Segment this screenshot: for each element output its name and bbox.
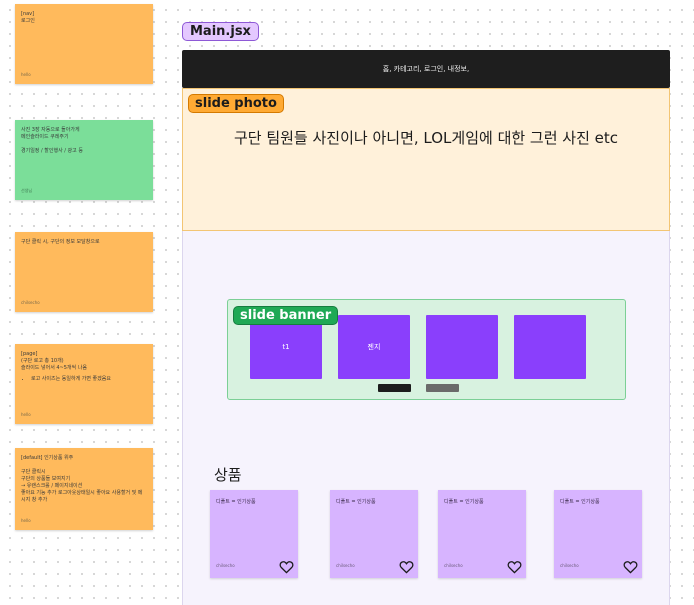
product-author: chilsecho (216, 563, 235, 568)
product-label: 디폴트 = 인기상품 (444, 499, 484, 505)
banner-slide[interactable] (514, 315, 586, 379)
sticky-note-author: 선생님 (21, 188, 33, 193)
sticky-note-text: [page] (구단 로고 총 10개) 슬라이드 넣어서 4~5개씩 나옴 (21, 351, 87, 371)
slide-indicator[interactable] (426, 384, 459, 392)
heart-icon[interactable] (623, 560, 638, 574)
slide-photo-text: 구단 팀원들 사진이나 아니면, LOL게임에 대한 그런 사진 etc (233, 129, 619, 147)
banner-slide[interactable]: 젠지 (338, 315, 410, 379)
product-label: 디폴트 = 인기상품 (216, 499, 256, 505)
product-card[interactable]: 디폴트 = 인기상품 chilsecho (210, 490, 298, 578)
frame-title[interactable]: Main.jsx (182, 22, 259, 41)
product-label: 디폴트 = 인기상품 (336, 499, 376, 505)
sticky-note-author: chilsecho (21, 300, 40, 305)
sticky-note-text: [default] 인기상품 위주 구단 클릭시 구단의 상품들 보여지기 → … (21, 455, 143, 503)
sticky-note-text: 구단 클릭 시, 구단의 정보 모달창으로 (21, 239, 100, 245)
banner-slide-label: t1 (282, 343, 290, 351)
sticky-note-nav[interactable]: [nav] 로그인 hello (15, 4, 153, 84)
sticky-note-page[interactable]: [page] (구단 로고 총 10개) 슬라이드 넣어서 4~5개씩 나옴 로… (15, 344, 153, 424)
banner-slide-label: 젠지 (367, 343, 381, 351)
sticky-note-author: hello (21, 412, 31, 417)
navbar-text: 홈, 카테고리, 로그인, 내정보, (382, 65, 470, 73)
sticky-note-team-click[interactable]: 구단 클릭 시, 구단의 정보 모달창으로 chilsecho (15, 232, 153, 312)
sticky-note-author: hello (21, 518, 31, 523)
banner-slide[interactable] (426, 315, 498, 379)
product-card[interactable]: 디폴트 = 인기상품 chilsecho (554, 490, 642, 578)
sticky-note-slide-photo[interactable]: 사진 3장 자동으로 돌아가게 메인슬라이드 쿠레주기 경기일정 / 할인행사 … (15, 120, 153, 200)
heart-icon[interactable] (279, 560, 294, 574)
product-card[interactable]: 디폴트 = 인기상품 chilsecho (438, 490, 526, 578)
sticky-note-text: 사진 3장 자동으로 돌아가게 메인슬라이드 쿠레주기 경기일정 / 할인행사 … (21, 127, 83, 154)
slide-banner-tag[interactable]: slide banner (233, 306, 339, 325)
heart-icon[interactable] (507, 560, 522, 574)
sticky-note-default[interactable]: [default] 인기상품 위주 구단 클릭시 구단의 상품들 보여지기 → … (15, 448, 153, 530)
sticky-note-author: hello (21, 72, 31, 77)
sticky-note-bullets: 로고 사이즈는 동일하게 가면 좋겠음요 (31, 376, 147, 383)
product-author: chilsecho (336, 563, 355, 568)
products-title: 상품 (214, 466, 242, 484)
slide-indicator-active[interactable] (378, 384, 411, 392)
sticky-note-text: [nav] 로그인 (21, 11, 35, 24)
sticky-note-bullet: 로고 사이즈는 동일하게 가면 좋겠음요 (31, 376, 147, 383)
navbar[interactable]: 홈, 카테고리, 로그인, 내정보, (182, 50, 670, 88)
heart-icon[interactable] (399, 560, 414, 574)
product-author: chilsecho (560, 563, 579, 568)
product-card[interactable]: 디폴트 = 인기상품 chilsecho (330, 490, 418, 578)
slide-photo-tag[interactable]: slide photo (188, 94, 284, 113)
product-label: 디폴트 = 인기상품 (560, 499, 600, 505)
product-author: chilsecho (444, 563, 463, 568)
